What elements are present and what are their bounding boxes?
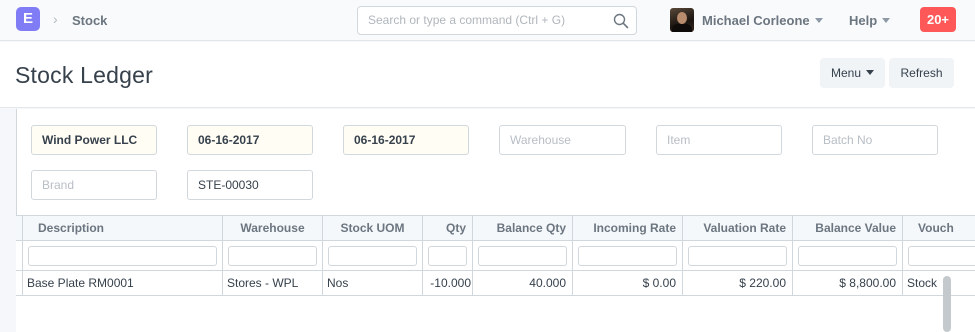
voucher-no-filter[interactable]: STE-00030	[187, 170, 313, 200]
ledger-table: Description Warehouse Stock UOM Qty Bala…	[16, 215, 975, 332]
batch-no-filter[interactable]: Batch No	[812, 125, 938, 155]
breadcrumb-stock[interactable]: Stock	[72, 13, 107, 28]
qty-column-filter[interactable]	[428, 246, 467, 266]
user-menu[interactable]: Michael Corleone	[702, 13, 823, 28]
balance-qty-column-filter[interactable]	[478, 246, 567, 266]
help-label: Help	[849, 13, 878, 28]
column-header-voucher[interactable]: Vouch	[902, 216, 975, 241]
column-header-description[interactable]: Description	[22, 216, 222, 241]
column-header-incoming-rate[interactable]: Incoming Rate	[572, 216, 682, 241]
user-name: Michael Corleone	[702, 13, 810, 28]
search-box[interactable]	[357, 6, 637, 35]
menu-label: Menu	[830, 66, 862, 80]
stock-uom-column-filter[interactable]	[328, 246, 417, 266]
filter-row	[16, 241, 975, 271]
table-header: Description Warehouse Stock UOM Qty Bala…	[16, 216, 975, 241]
cell-balance-value[interactable]: $ 8,800.00	[792, 271, 902, 296]
to-date-filter[interactable]: 06-16-2017	[343, 125, 469, 155]
help-menu[interactable]: Help	[849, 13, 891, 28]
description-column-filter[interactable]	[28, 246, 217, 266]
cell-description[interactable]: Base Plate RM0001	[22, 271, 222, 296]
column-header-warehouse[interactable]: Warehouse	[222, 216, 322, 241]
search-input[interactable]	[368, 13, 608, 27]
table-row[interactable]: Base Plate RM0001 Stores - WPL Nos -10.0…	[16, 271, 975, 296]
column-header-valuation-rate[interactable]: Valuation Rate	[682, 216, 792, 241]
incoming-rate-column-filter[interactable]	[578, 246, 677, 266]
warehouse-filter[interactable]: Warehouse	[499, 125, 626, 155]
notification-badge[interactable]: 20+	[920, 7, 956, 32]
from-date-filter[interactable]: 06-16-2017	[187, 125, 313, 155]
cell-balance-qty[interactable]: 40.000	[472, 271, 572, 296]
cell-stock-uom[interactable]: Nos	[322, 271, 422, 296]
chevron-right-icon: ›	[53, 11, 58, 27]
cell-valuation-rate[interactable]: $ 220.00	[682, 271, 792, 296]
item-filter[interactable]: Item	[656, 125, 782, 155]
company-filter[interactable]: Wind Power LLC	[31, 125, 157, 155]
cell-voucher[interactable]: Stock	[902, 271, 975, 296]
avatar[interactable]	[670, 8, 694, 32]
cell-warehouse[interactable]: Stores - WPL	[222, 271, 322, 296]
cell-qty[interactable]: -10.000	[422, 271, 472, 296]
balance-value-column-filter[interactable]	[798, 246, 897, 266]
caret-down-icon	[882, 18, 891, 23]
refresh-button[interactable]: Refresh	[889, 58, 954, 88]
page-title: Stock Ledger	[15, 62, 153, 88]
column-header-qty[interactable]: Qty	[422, 216, 472, 241]
app-logo[interactable]: E	[16, 7, 40, 31]
navbar: E › Stock Michael Corleone Help 20+	[0, 0, 975, 41]
menu-button[interactable]: Menu	[820, 58, 885, 88]
page-head: Stock Ledger Menu Refresh	[0, 42, 975, 108]
brand-filter[interactable]: Brand	[31, 170, 157, 200]
valuation-rate-column-filter[interactable]	[688, 246, 787, 266]
caret-down-icon	[866, 70, 875, 75]
cell-incoming-rate[interactable]: $ 0.00	[572, 271, 682, 296]
search-icon[interactable]	[613, 13, 629, 29]
column-header-stock-uom[interactable]: Stock UOM	[322, 216, 422, 241]
column-header-balance-value[interactable]: Balance Value	[792, 216, 902, 241]
column-header-balance-qty[interactable]: Balance Qty	[472, 216, 572, 241]
caret-down-icon	[814, 18, 823, 23]
warehouse-column-filter[interactable]	[228, 246, 317, 266]
vertical-scrollbar[interactable]	[943, 276, 951, 332]
voucher-column-filter[interactable]	[908, 246, 975, 266]
